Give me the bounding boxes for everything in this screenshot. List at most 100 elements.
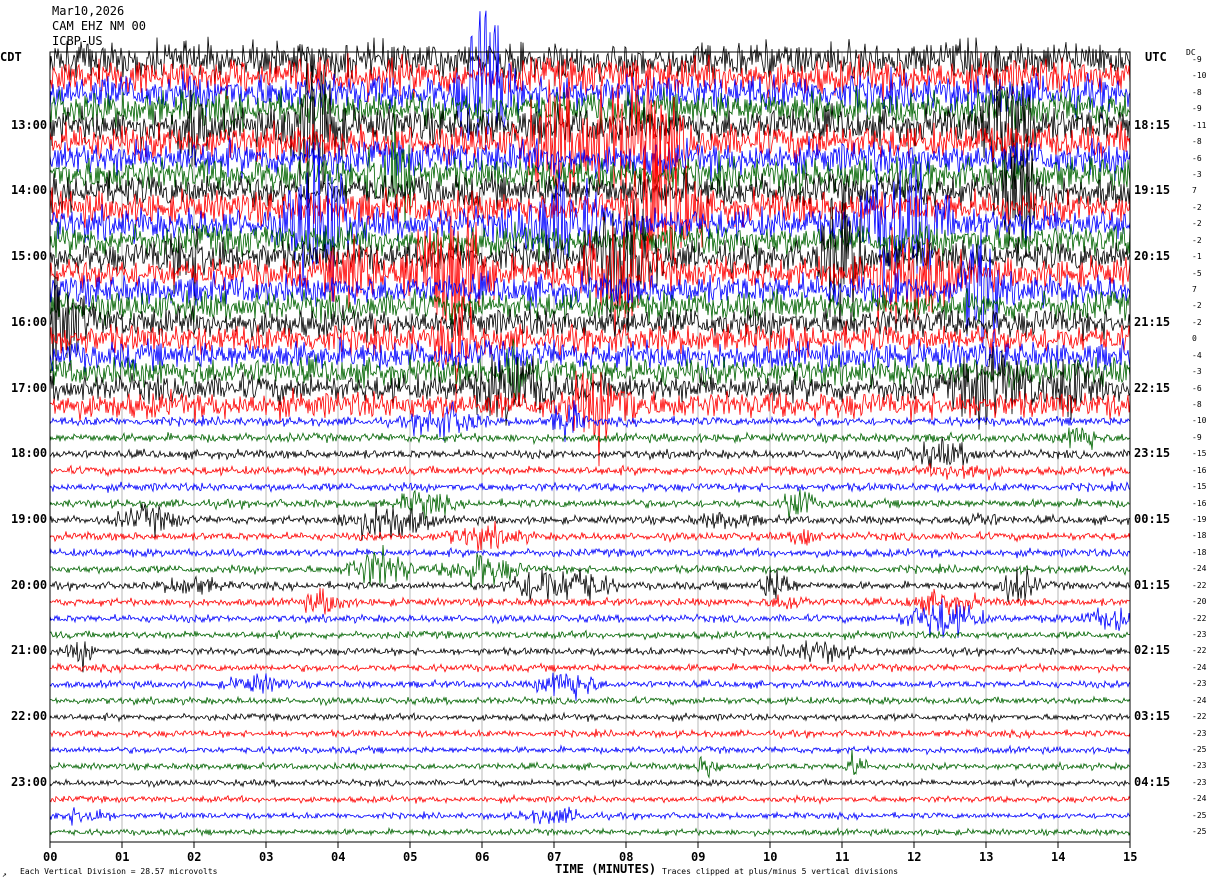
dc-offset-label: -10 [1192, 71, 1207, 81]
dc-offset-label: -2 [1192, 301, 1202, 311]
right-hour-label: 20:15 [1134, 249, 1171, 264]
right-hour-label: 22:15 [1134, 380, 1171, 395]
trace-30 [49, 547, 1131, 559]
x-tick-label-03: 03 [259, 850, 274, 864]
trace-40 [49, 711, 1131, 724]
left-hour-label: 23:00 [11, 774, 48, 789]
dc-offset-label: -20 [1192, 597, 1207, 607]
left-hour-label: 17:00 [11, 380, 48, 395]
x-tick-label-10: 10 [763, 850, 778, 864]
dc-offset-label: -24 [1192, 564, 1207, 574]
right-hour-label: 23:15 [1134, 446, 1171, 461]
helicorder-plot [49, 10, 1131, 848]
dc-offset-label: 7 [1192, 285, 1197, 295]
dc-offset-label: -4 [1192, 350, 1202, 360]
dc-offset-label: -23 [1192, 679, 1207, 689]
dc-offset-label: -2 [1192, 202, 1202, 212]
dc-offset-label: -8 [1192, 87, 1202, 97]
left-hour-label: 21:00 [11, 643, 48, 658]
seismic-traces [49, 10, 1131, 838]
x-tick-label-06: 06 [475, 850, 490, 864]
trace-27 [49, 488, 1131, 520]
right-hour-label: 19:15 [1134, 183, 1171, 198]
left-hour-label: 16:00 [11, 314, 48, 329]
clip-text: Traces clipped at plus/minus 5 vertical … [662, 867, 899, 876]
x-tick-label-02: 02 [187, 850, 202, 864]
dc-offset-label: -18 [1192, 531, 1207, 541]
x-tick-label-05: 05 [403, 850, 418, 864]
dc-offset-label: -6 [1192, 153, 1202, 163]
x-axis-title: TIME (MINUTES) [555, 862, 657, 876]
left-hour-label: 13:00 [11, 117, 48, 132]
dc-offset-label: -22 [1192, 613, 1207, 623]
left-hour-label: 22:00 [11, 709, 48, 724]
scale-text: Each Vertical Division = 28.57 microvolt… [20, 867, 218, 876]
dc-offset-label: -24 [1192, 794, 1207, 804]
dc-offset-label: -23 [1192, 777, 1207, 787]
dc-offset-label: -3 [1192, 367, 1202, 377]
trace-25 [49, 463, 1131, 481]
left-axis-label: CDT [0, 50, 22, 64]
dc-offset-label: -1 [1192, 252, 1202, 262]
dc-offset-label: -23 [1192, 761, 1207, 771]
trace-44 [49, 777, 1131, 789]
trace-29 [49, 521, 1131, 552]
dc-offset-label: -2 [1192, 219, 1202, 229]
left-hour-label: 15:00 [11, 249, 48, 264]
trace-46 [49, 806, 1131, 826]
dc-offset-label: -6 [1192, 383, 1202, 393]
trace-26 [49, 481, 1131, 494]
trace-23 [49, 427, 1131, 450]
dc-offset-label: -2 [1192, 317, 1202, 327]
dc-offset-label: -24 [1192, 695, 1207, 705]
dc-offset-label: -22 [1192, 646, 1207, 656]
trace-41 [49, 728, 1131, 740]
dc-offset-label: -19 [1192, 515, 1207, 525]
dc-offset-label: -3 [1192, 170, 1202, 179]
trace-47 [49, 826, 1131, 838]
left-hour-label: 18:00 [11, 446, 48, 461]
dc-offset-label: -10 [1192, 416, 1207, 426]
trace-39 [49, 695, 1131, 707]
trace-38 [49, 672, 1131, 701]
dc-offset-label: -23 [1192, 630, 1207, 640]
right-hour-label: 00:15 [1134, 512, 1171, 527]
x-tick-label-01: 01 [115, 850, 130, 864]
dc-offset-label: -11 [1192, 120, 1207, 130]
trace-43 [49, 749, 1131, 779]
x-tick-label-13: 13 [979, 850, 994, 864]
dc-offset-label: -15 [1192, 482, 1207, 492]
right-hour-label: 01:15 [1134, 577, 1171, 592]
dc-offset-label: -9 [1192, 104, 1202, 114]
trace-37 [49, 662, 1131, 674]
trace-45 [49, 793, 1131, 805]
left-hour-label: 14:00 [11, 183, 48, 198]
dc-offset-label: -25 [1192, 745, 1207, 755]
dc-offset-label: -9 [1192, 432, 1202, 442]
left-hour-label: 20:00 [11, 577, 48, 592]
header-date: Mar10,2026 [52, 4, 125, 18]
dc-offset-label: -15 [1192, 449, 1207, 459]
right-hour-label: 03:15 [1134, 709, 1171, 724]
dc-offset-label: 0 [1192, 334, 1197, 344]
x-tick-label-04: 04 [331, 850, 346, 864]
x-axis-ticks [49, 842, 1131, 848]
right-axis-label: UTC [1145, 50, 1167, 64]
dc-offset-label: -8 [1192, 137, 1202, 147]
dc-offset-label: -2 [1192, 235, 1202, 245]
x-tick-label-15: 15 [1123, 850, 1138, 864]
dc-offset-label: -23 [1192, 728, 1207, 738]
trace-35 [49, 629, 1131, 641]
dc-offset-label: -9 [1192, 55, 1202, 64]
dc-offset-label: -8 [1192, 400, 1202, 410]
dc-offset-label: -16 [1192, 498, 1207, 508]
header-station: CAM EHZ NM 00 [52, 19, 146, 33]
x-tick-label-09: 09 [691, 850, 706, 864]
trace-42 [49, 744, 1131, 756]
dc-offset-label: 7 [1192, 186, 1197, 196]
trace-32 [49, 566, 1131, 603]
dc-offset-label: -25 [1192, 810, 1207, 820]
left-hour-label: 19:00 [11, 512, 48, 527]
dc-offset-label: -22 [1192, 580, 1207, 590]
dc-offset-label: -24 [1192, 662, 1207, 672]
